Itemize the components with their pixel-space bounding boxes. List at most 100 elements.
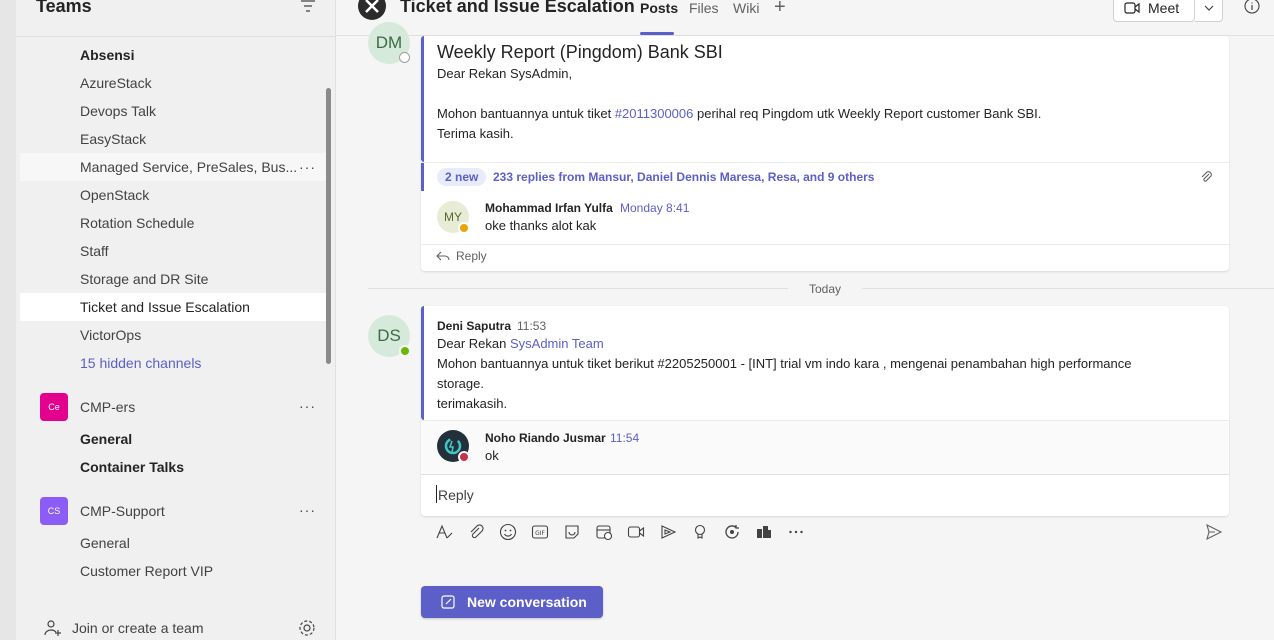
post-line: terimakasih. — [437, 396, 508, 411]
emoji-icon[interactable] — [498, 522, 518, 542]
reply-arrow-icon — [436, 251, 450, 261]
status-away-icon — [458, 222, 470, 234]
channel-label: Container Talks — [80, 459, 184, 475]
channel-staff[interactable]: Staff — [20, 237, 326, 265]
channel-label: Managed Service, PreSales, Bus... — [80, 159, 298, 175]
channel-general[interactable]: General — [20, 425, 326, 453]
gif-icon[interactable]: GIF — [530, 522, 550, 542]
teams-header-title: Teams — [36, 0, 92, 16]
reply-timestamp: 11:54 — [610, 431, 640, 445]
channel-label: Devops Talk — [80, 103, 157, 119]
attach-icon[interactable] — [466, 522, 486, 542]
more-icon[interactable] — [786, 522, 806, 542]
schedule-meeting-icon[interactable] — [594, 522, 614, 542]
channel-easystack[interactable]: EasyStack — [20, 125, 326, 153]
day-divider-line — [368, 288, 788, 289]
header-divider — [16, 36, 336, 37]
reply-button[interactable]: Reply — [436, 249, 487, 263]
channel-ticket-escalation[interactable]: Ticket and Issue Escalation — [20, 293, 326, 321]
sidebar-scrollbar[interactable] — [326, 88, 331, 364]
text: Mohon bantuannya untuk tiket — [437, 106, 615, 121]
team-logo — [358, 0, 386, 20]
channel-rotation-schedule[interactable]: Rotation Schedule — [20, 209, 326, 237]
channel-label: Rotation Schedule — [80, 215, 195, 231]
channel-container-talks[interactable]: Container Talks — [20, 453, 326, 481]
post-author: Deni Saputra — [437, 319, 512, 333]
divider — [421, 162, 1229, 163]
post-timestamp: 11:53 — [517, 319, 547, 333]
reply-timestamp: Monday 8:41 — [620, 201, 690, 215]
video-icon[interactable] — [626, 522, 646, 542]
join-create-team-button[interactable]: Join or create a team — [44, 619, 204, 637]
channel-label: Storage and DR Site — [80, 271, 209, 287]
video-camera-icon — [1124, 2, 1140, 14]
team-avatar: CS — [40, 497, 68, 525]
praise-icon[interactable] — [690, 522, 710, 542]
channel-absensi[interactable]: Absensi — [20, 41, 326, 69]
gear-icon[interactable] — [298, 619, 316, 637]
stream-icon[interactable] — [658, 522, 678, 542]
channel-customer-report-vip[interactable]: Customer Report VIP — [20, 557, 326, 585]
channel-label: Customer Report VIP — [80, 563, 214, 579]
ticket-link[interactable]: #2011300006 — [615, 106, 694, 121]
channel-managed-service[interactable]: Managed Service, PreSales, Bus... ··· — [20, 153, 326, 181]
more-options-icon[interactable]: ··· — [299, 159, 316, 175]
reply-author: Mohammad Irfan Yulfa — [485, 201, 613, 215]
loop-icon[interactable] — [722, 522, 742, 542]
replies-summary-link[interactable]: 233 replies from Mansur, Daniel Dennis M… — [493, 167, 874, 187]
day-divider-label: Today — [809, 282, 842, 296]
svg-text:GIF: GIF — [535, 530, 545, 537]
meet-button[interactable]: Meet — [1113, 0, 1195, 22]
filter-icon[interactable] — [300, 0, 316, 12]
team-cmp-ers[interactable]: Ce CMP-ers ··· — [40, 393, 326, 421]
more-options-icon[interactable]: ··· — [299, 398, 316, 414]
channel-label: Ticket and Issue Escalation — [80, 299, 250, 315]
format-icon[interactable] — [434, 522, 454, 542]
channel-label: VictorOps — [80, 327, 142, 343]
channel-header: Ticket and Issue Escalation Posts Files … — [336, 0, 1274, 36]
post-line: storage. — [437, 376, 484, 391]
post-line: Dear Rekan SysAdmin Team — [437, 334, 604, 354]
meet-dropdown-button[interactable] — [1195, 0, 1223, 22]
new-replies-badge: 2 new — [437, 168, 487, 186]
team-logo-icon — [365, 0, 379, 13]
channel-label: OpenStack — [80, 187, 150, 203]
channel-title: Ticket and Issue Escalation — [400, 0, 635, 16]
divider — [421, 244, 1229, 245]
tab-posts[interactable]: Posts — [640, 0, 678, 16]
accent-bar — [421, 163, 424, 191]
channel-devops-talk[interactable]: Devops Talk — [20, 97, 326, 125]
post-title: Weekly Report (Pingdom) Bank SBI — [437, 42, 723, 62]
team-name: CMP-Support — [80, 503, 165, 519]
add-tab-button[interactable]: + — [774, 0, 786, 19]
team-name: CMP-ers — [80, 399, 136, 415]
team-mention[interactable]: SysAdmin Team — [510, 336, 604, 351]
text-cursor — [436, 485, 437, 503]
send-icon[interactable] — [1204, 522, 1224, 542]
channel-label: AzureStack — [80, 75, 152, 91]
post-line: Mohon bantuannya untuk tiket #2011300006… — [437, 104, 1041, 124]
channel-label: Staff — [80, 243, 109, 259]
channel-openstack[interactable]: OpenStack — [20, 181, 326, 209]
channel-storage-dr[interactable]: Storage and DR Site — [20, 265, 326, 293]
channel-victorops[interactable]: VictorOps — [20, 321, 326, 349]
channel-label: General — [80, 535, 130, 551]
channel-label: EasyStack — [80, 131, 147, 147]
active-tab-indicator — [640, 32, 674, 35]
hidden-channels-link[interactable]: 15 hidden channels — [20, 349, 326, 377]
day-divider-line — [862, 288, 1274, 289]
reply-input[interactable]: Reply — [438, 485, 474, 505]
reply-text: ok — [485, 448, 499, 463]
more-options-icon[interactable]: ··· — [299, 502, 316, 518]
info-icon[interactable] — [1244, 0, 1260, 14]
tab-wiki[interactable]: Wiki — [733, 0, 759, 16]
team-cmp-support[interactable]: CS CMP-Support ··· — [40, 497, 326, 525]
onenote-icon[interactable] — [754, 522, 774, 542]
channel-general-support[interactable]: General — [20, 529, 326, 557]
new-conversation-button[interactable]: New conversation — [421, 586, 603, 618]
tab-files[interactable]: Files — [689, 0, 719, 16]
status-offline-icon — [399, 52, 410, 63]
status-busy-icon — [458, 451, 470, 463]
sticker-icon[interactable] — [562, 522, 582, 542]
channel-azurestack[interactable]: AzureStack — [20, 69, 326, 97]
